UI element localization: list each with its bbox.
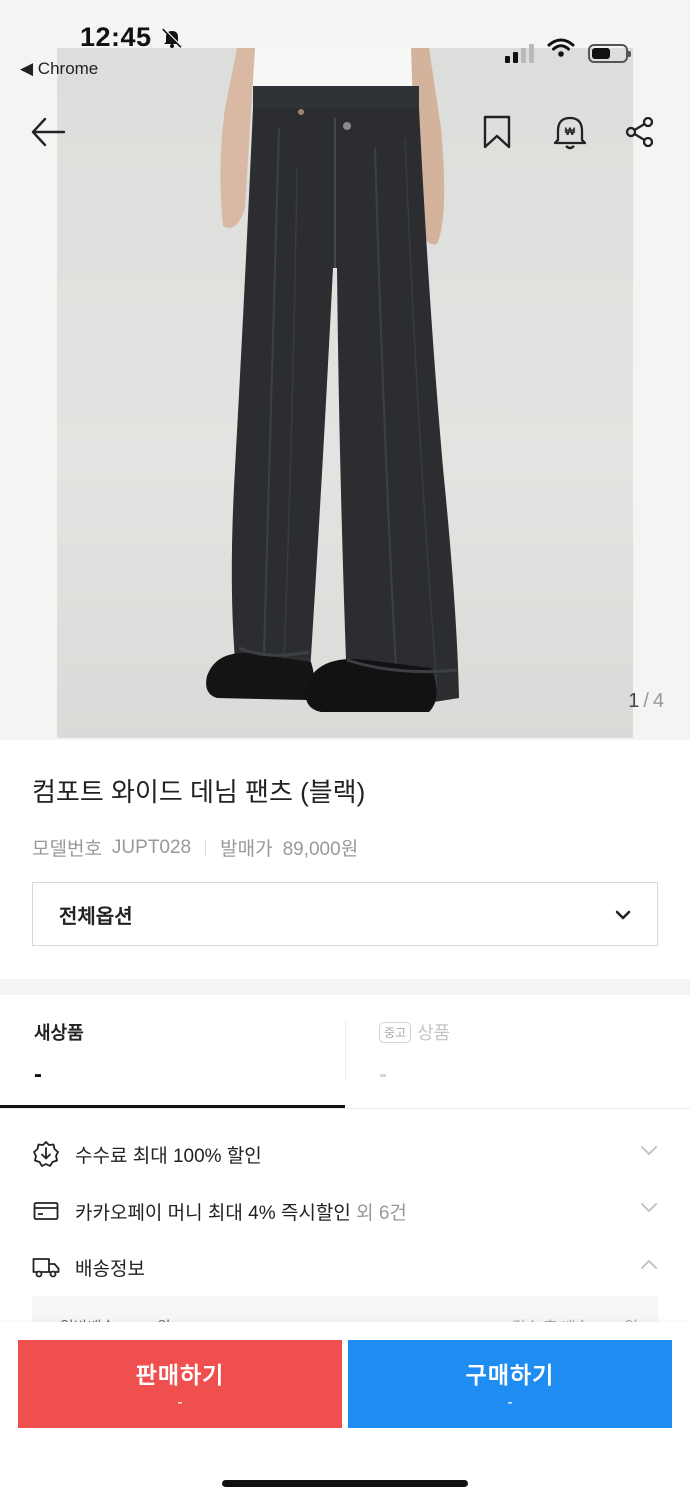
tab-used-price: - bbox=[379, 1061, 387, 1088]
gallery-separator: / bbox=[643, 690, 649, 712]
tab-used-label-wrap: 중고 상품 bbox=[379, 1019, 690, 1045]
denim-pants-illustration bbox=[206, 48, 459, 712]
benefit-kakaopay-text: 카카오페이 머니 최대 4% 즉시할인 외 6건 bbox=[75, 1198, 407, 1225]
product-title: 컴포트 와이드 데님 팬츠 (블랙) bbox=[32, 777, 366, 807]
model-number-value: JUPT028 bbox=[111, 836, 192, 858]
buy-button[interactable]: 구매하기 - bbox=[348, 1340, 672, 1428]
truck-icon bbox=[32, 1253, 60, 1281]
tab-used-label: 상품 bbox=[417, 1023, 451, 1043]
status-indicators bbox=[505, 38, 631, 63]
cellular-signal-icon bbox=[505, 43, 534, 63]
sell-button-label: 판매하기 bbox=[135, 1362, 225, 1388]
benefit-shipping-text: 배송정보 bbox=[75, 1254, 145, 1281]
meta-divider bbox=[205, 838, 207, 857]
model-number-label: 모델번호 bbox=[32, 839, 102, 860]
sell-button[interactable]: 판매하기 - bbox=[18, 1340, 342, 1428]
benefit-fee-discount[interactable]: 수수료 최대 100% 할인 bbox=[0, 1126, 690, 1182]
product-gallery[interactable]: 12:45 ◀ Chrome ₩ 1 / 4 bbox=[0, 0, 690, 740]
wifi-icon bbox=[547, 38, 575, 63]
benefit-kakaopay[interactable]: 카카오페이 머니 최대 4% 즉시할인 외 6건 bbox=[0, 1183, 690, 1239]
product-meta: 모델번호 JUPT028 발매가 89,000원 bbox=[32, 834, 358, 861]
gallery-current: 1 bbox=[628, 690, 640, 712]
back-to-chrome[interactable]: ◀ Chrome bbox=[20, 59, 98, 79]
chevron-down-icon bbox=[640, 1144, 658, 1162]
buy-button-price: - bbox=[507, 1394, 513, 1411]
chevron-up-icon bbox=[640, 1257, 658, 1275]
home-indicator[interactable] bbox=[222, 1480, 468, 1487]
tab-new-price: - bbox=[34, 1061, 42, 1088]
benefit-kakaopay-extra: 외 6건 bbox=[350, 1202, 407, 1224]
bookmark-icon[interactable] bbox=[477, 112, 517, 152]
status-time: 12:45 bbox=[80, 22, 152, 52]
price-alert-bell-icon[interactable]: ₩ bbox=[550, 112, 590, 152]
share-icon[interactable] bbox=[620, 112, 660, 152]
battery-icon bbox=[588, 44, 631, 63]
svg-text:₩: ₩ bbox=[565, 126, 576, 138]
release-price-value: 89,000원 bbox=[282, 839, 359, 860]
gallery-page-counter: 1/4 bbox=[628, 690, 664, 713]
condition-tabs: 새상품 - 중고 상품 - bbox=[0, 995, 690, 1109]
tab-used[interactable]: 중고 상품 - bbox=[345, 995, 690, 1108]
card-icon bbox=[32, 1197, 60, 1225]
release-price-label: 발매가 bbox=[220, 839, 273, 860]
benefit-kakaopay-label: 카카오페이 머니 최대 4% 즉시할인 bbox=[75, 1202, 351, 1224]
chevron-down-icon bbox=[640, 1201, 658, 1219]
bottom-action-bar: 판매하기 - 구매하기 - bbox=[0, 1322, 690, 1500]
tab-new[interactable]: 새상품 - bbox=[0, 995, 345, 1108]
sell-button-price: - bbox=[177, 1394, 183, 1411]
benefit-fee-text: 수수료 최대 100% 할인 bbox=[75, 1141, 262, 1168]
section-divider bbox=[0, 979, 690, 995]
option-select-label: 전체옵션 bbox=[59, 905, 133, 928]
benefit-fee-label: 수수료 최대 100% 할인 bbox=[75, 1145, 262, 1167]
tab-new-label: 새상품 bbox=[34, 1023, 84, 1043]
used-badge: 중고 bbox=[379, 1022, 412, 1043]
bell-off-icon bbox=[160, 26, 184, 55]
fee-discount-icon bbox=[32, 1140, 60, 1168]
option-select[interactable]: 전체옵션 bbox=[32, 882, 658, 946]
gallery-total: 4 bbox=[652, 690, 664, 712]
back-arrow-icon[interactable] bbox=[28, 112, 68, 152]
chevron-down-icon bbox=[615, 903, 631, 926]
benefit-shipping[interactable]: 배송정보 bbox=[0, 1239, 690, 1295]
product-photo[interactable] bbox=[57, 48, 633, 738]
benefit-shipping-label: 배송정보 bbox=[75, 1258, 145, 1280]
buy-button-label: 구매하기 bbox=[465, 1362, 555, 1388]
